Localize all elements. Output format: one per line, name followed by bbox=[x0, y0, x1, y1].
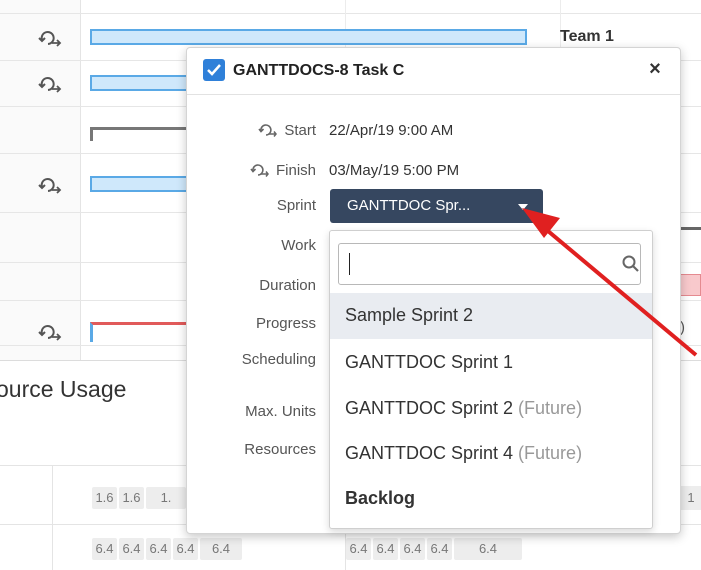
start-label-text: Start bbox=[284, 122, 316, 139]
checkmark-icon bbox=[207, 64, 221, 76]
sprint-search-input[interactable] bbox=[341, 246, 605, 282]
popup-header: GANTTDOCS-8 Task C × bbox=[187, 48, 680, 95]
sprint-option-ganttdoc-sprint-1[interactable]: GANTTDOC Sprint 1 bbox=[330, 340, 652, 386]
auto-schedule-icon bbox=[38, 31, 62, 47]
auto-schedule-icon bbox=[38, 77, 62, 93]
usage-value: 6.4 bbox=[400, 538, 425, 560]
duration-label: Duration bbox=[259, 277, 316, 294]
close-icon[interactable]: × bbox=[645, 58, 665, 80]
sprint-option-ganttdoc-sprint-2[interactable]: GANTTDOC Sprint 2 (Future) bbox=[330, 386, 652, 432]
usage-value: 1 bbox=[681, 486, 701, 510]
progress-label: Progress bbox=[255, 315, 316, 332]
gantt-critical-bar[interactable] bbox=[90, 322, 190, 342]
max-units-label: Max. Units bbox=[245, 403, 316, 420]
auto-schedule-icon bbox=[38, 325, 62, 341]
auto-schedule-icon bbox=[250, 164, 269, 177]
search-icon bbox=[622, 255, 639, 272]
start-value[interactable]: 22/Apr/19 9:00 AM bbox=[329, 122, 453, 139]
auto-schedule-icon bbox=[38, 178, 62, 194]
gantt-task-bar[interactable] bbox=[90, 176, 190, 192]
text-cursor bbox=[349, 253, 350, 275]
chevron-down-icon bbox=[518, 204, 528, 210]
sprint-option-label: GANTTDOC Sprint 2 bbox=[345, 398, 514, 418]
future-tag: (Future) bbox=[518, 443, 583, 463]
sprint-search-box[interactable] bbox=[338, 243, 641, 285]
usage-value: 6.4 bbox=[427, 538, 452, 560]
sprint-option-label: GANTTDOC Sprint 1 bbox=[345, 352, 514, 372]
sprint-option-ganttdoc-sprint-4[interactable]: GANTTDOC Sprint 4 (Future) bbox=[330, 431, 652, 477]
finish-label-text: Finish bbox=[275, 162, 316, 179]
popup-title: GANTTDOCS-8 Task C bbox=[233, 62, 405, 79]
auto-schedule-icon bbox=[258, 124, 278, 137]
sprint-option-label: Sample Sprint 2 bbox=[345, 305, 474, 325]
task-checkbox[interactable] bbox=[203, 59, 225, 81]
sprint-option-label: Backlog bbox=[345, 488, 416, 508]
resource-usage-title: ource Usage bbox=[0, 376, 127, 402]
sprint-option-backlog[interactable]: Backlog bbox=[330, 476, 652, 522]
sprint-option-sample-sprint-2[interactable]: Sample Sprint 2 bbox=[330, 293, 652, 339]
usage-value: 6.4 bbox=[346, 538, 371, 560]
usage-value: 1. bbox=[146, 487, 186, 509]
usage-value: 1.6 bbox=[92, 487, 117, 509]
gantt-bar-fragment bbox=[680, 227, 701, 230]
scheduling-label: Scheduling bbox=[241, 351, 316, 368]
future-tag: (Future) bbox=[518, 398, 583, 418]
sprint-dropdown-menu: Sample Sprint 2 GANTTDOC Sprint 1 GANTTD… bbox=[329, 230, 653, 529]
team-label: Team 1 bbox=[560, 28, 614, 45]
usage-value: 6.4 bbox=[373, 538, 398, 560]
finish-value[interactable]: 03/May/19 5:00 PM bbox=[329, 162, 459, 179]
resources-label: Resources bbox=[244, 441, 316, 458]
usage-value: 6.4 bbox=[200, 538, 242, 560]
usage-value: 6.4 bbox=[146, 538, 171, 560]
usage-value: 1.6 bbox=[119, 487, 144, 509]
usage-value: 6.4 bbox=[454, 538, 522, 560]
gantt-task-bar[interactable] bbox=[90, 29, 527, 45]
gantt-row-divider bbox=[0, 13, 701, 14]
sprint-dropdown-button[interactable]: GANTTDOC Spr... bbox=[330, 189, 543, 223]
usage-value: 6.4 bbox=[119, 538, 144, 560]
gantt-parent-bar[interactable] bbox=[90, 127, 190, 141]
usage-col-divider bbox=[52, 465, 53, 570]
work-label: Work bbox=[281, 237, 316, 254]
start-label: Start bbox=[258, 122, 316, 139]
usage-value: 6.4 bbox=[173, 538, 198, 560]
sprint-option-label: GANTTDOC Sprint 4 bbox=[345, 443, 514, 463]
gantt-task-bar[interactable] bbox=[90, 75, 190, 91]
finish-label: Finish bbox=[250, 162, 316, 179]
gantt-bar-fragment bbox=[680, 274, 701, 296]
sprint-selected-value: GANTTDOC Spr... bbox=[347, 197, 471, 214]
usage-value: 6.4 bbox=[92, 538, 117, 560]
sprint-label: Sprint bbox=[276, 197, 316, 214]
